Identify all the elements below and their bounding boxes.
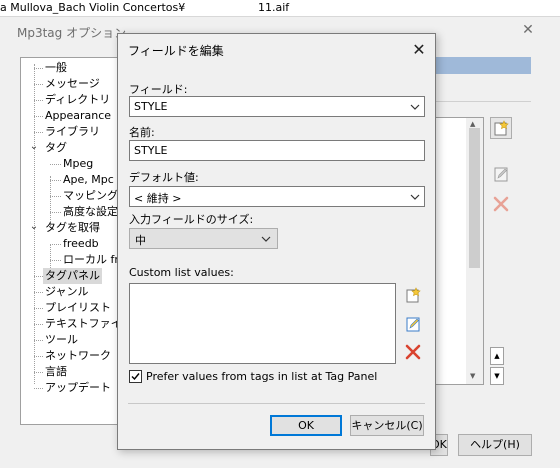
file-name-text: 11.aif [258, 1, 290, 14]
tree-item[interactable]: ネットワーク [45, 348, 111, 364]
tree-item[interactable]: ローカル fre [63, 252, 119, 268]
tree-line [50, 244, 61, 245]
tree-line [34, 84, 43, 85]
tree-item[interactable]: ツール [45, 332, 78, 348]
dialog-cancel-button[interactable]: キャンセル(C) [350, 415, 424, 436]
tree-item[interactable]: アップデート [45, 380, 111, 396]
delete-item-icon [405, 344, 421, 360]
tree-item[interactable]: タグ [45, 140, 67, 156]
tree-line [34, 372, 43, 373]
new-item-icon [406, 287, 421, 303]
tree-line [50, 180, 61, 181]
tree-item[interactable]: Mpeg [63, 156, 93, 172]
input-size-label: 入力フィールドのサイズ: [129, 213, 254, 226]
tree-item[interactable]: 言語 [45, 364, 67, 380]
tree-item[interactable]: タグパネル [43, 268, 102, 284]
file-path-text: a Mullova_Bach Violin Concertos¥ [0, 1, 186, 14]
custom-list-label: Custom list values: [129, 266, 234, 279]
default-value-select[interactable]: < 維持 > [129, 186, 425, 207]
options-window-title: Mp3tag オプション [17, 26, 127, 40]
move-down-button[interactable]: ▼ [490, 367, 504, 385]
tree-line [50, 260, 61, 261]
new-item-icon [494, 120, 509, 136]
prefer-values-label[interactable]: Prefer values from tags in list at Tag P… [146, 370, 377, 383]
chevron-down-icon [410, 104, 420, 110]
move-up-button[interactable]: ▲ [490, 347, 504, 365]
field-select-value: STYLE [134, 100, 168, 113]
edit-item-icon [494, 167, 508, 182]
add-field-button[interactable] [490, 117, 512, 139]
tree-line [34, 292, 43, 293]
options-help-button[interactable]: ヘルプ(H) [458, 434, 532, 456]
tree-line [50, 164, 61, 165]
default-value-select-value: < 維持 > [134, 192, 182, 205]
tree-item[interactable]: ディレクトリ [45, 92, 110, 108]
tree-line [34, 324, 43, 325]
field-select[interactable]: STYLE [129, 96, 425, 117]
delete-item-icon [493, 196, 509, 212]
prefer-values-checkbox[interactable] [129, 370, 142, 383]
tree-item[interactable]: Ape, Mpc ... [63, 172, 119, 188]
tree-item[interactable]: マッピング [63, 188, 118, 204]
edit-item-icon [406, 317, 420, 332]
tree-item[interactable]: タグを取得 [45, 220, 100, 236]
tree-expander-icon[interactable]: ⌄ [29, 221, 39, 232]
input-size-select[interactable]: 中 [129, 228, 278, 249]
list-scrollbar[interactable]: ▲ ▼ [466, 118, 483, 384]
tree-line [34, 100, 43, 101]
default-value-label: デフォルト値: [129, 171, 199, 184]
name-label: 名前: [129, 126, 155, 139]
remove-field-button[interactable] [490, 193, 512, 215]
tree-item[interactable]: メッセージ [45, 76, 100, 92]
tree-item[interactable]: プレイリスト [45, 300, 111, 316]
scroll-up-arrow[interactable]: ▲ [470, 120, 475, 128]
edit-field-button[interactable] [490, 163, 512, 185]
custom-list-box[interactable] [129, 283, 396, 364]
tree-line [34, 356, 43, 357]
tree-line [34, 68, 43, 69]
edit-field-dialog: フィールドを編集 ✕ フィールド: STYLE 名前: デフォルト値: < 維持… [117, 33, 436, 450]
dialog-close-icon[interactable]: ✕ [408, 39, 430, 61]
tree-line [34, 340, 43, 341]
custom-edit-button[interactable] [402, 313, 424, 335]
tree-item[interactable]: Appearance [45, 108, 111, 124]
tree-line [34, 132, 43, 133]
file-list-strip: a Mullova_Bach Violin Concertos¥ 11.aif [0, 0, 560, 16]
tree-line [50, 212, 61, 213]
tree-item[interactable]: 一般 [45, 60, 67, 76]
tree-line [34, 276, 43, 277]
tree-item[interactable]: 高度な設定 [63, 204, 118, 220]
custom-delete-button[interactable] [402, 341, 424, 363]
custom-add-button[interactable] [402, 284, 424, 306]
name-field[interactable] [129, 140, 425, 161]
name-input[interactable] [130, 141, 424, 160]
tree-line [34, 308, 43, 309]
dialog-title: フィールドを編集 [128, 44, 224, 58]
tree-item[interactable]: ライブラリ [45, 124, 100, 140]
checkmark-icon [131, 373, 140, 381]
tree-line [34, 116, 43, 117]
chevron-down-icon [410, 194, 420, 200]
chevron-down-icon [261, 236, 271, 242]
scroll-down-arrow[interactable]: ▼ [470, 372, 475, 380]
dialog-ok-button[interactable]: OK [270, 415, 342, 436]
tree-item[interactable]: ジャンル [45, 284, 88, 300]
field-label: フィールド: [129, 83, 188, 96]
scrollbar-thumb[interactable] [469, 128, 480, 268]
dialog-separator [128, 403, 425, 404]
group-box-edge [436, 101, 531, 102]
selection-band [436, 57, 531, 74]
input-size-select-value: 中 [135, 234, 146, 247]
tree-line [34, 388, 43, 389]
options-close-icon[interactable]: ✕ [518, 20, 538, 40]
tree-line [50, 196, 61, 197]
tree-expander-icon[interactable]: ⌄ [29, 141, 39, 152]
options-tree[interactable]: 一般 メッセージ ディレクトリ Appearance ライブラリ ⌄ タグ Mpeg Ape, … [20, 57, 120, 425]
tree-item[interactable]: テキストファイル [45, 316, 119, 332]
tree-item[interactable]: freedb [63, 236, 99, 252]
